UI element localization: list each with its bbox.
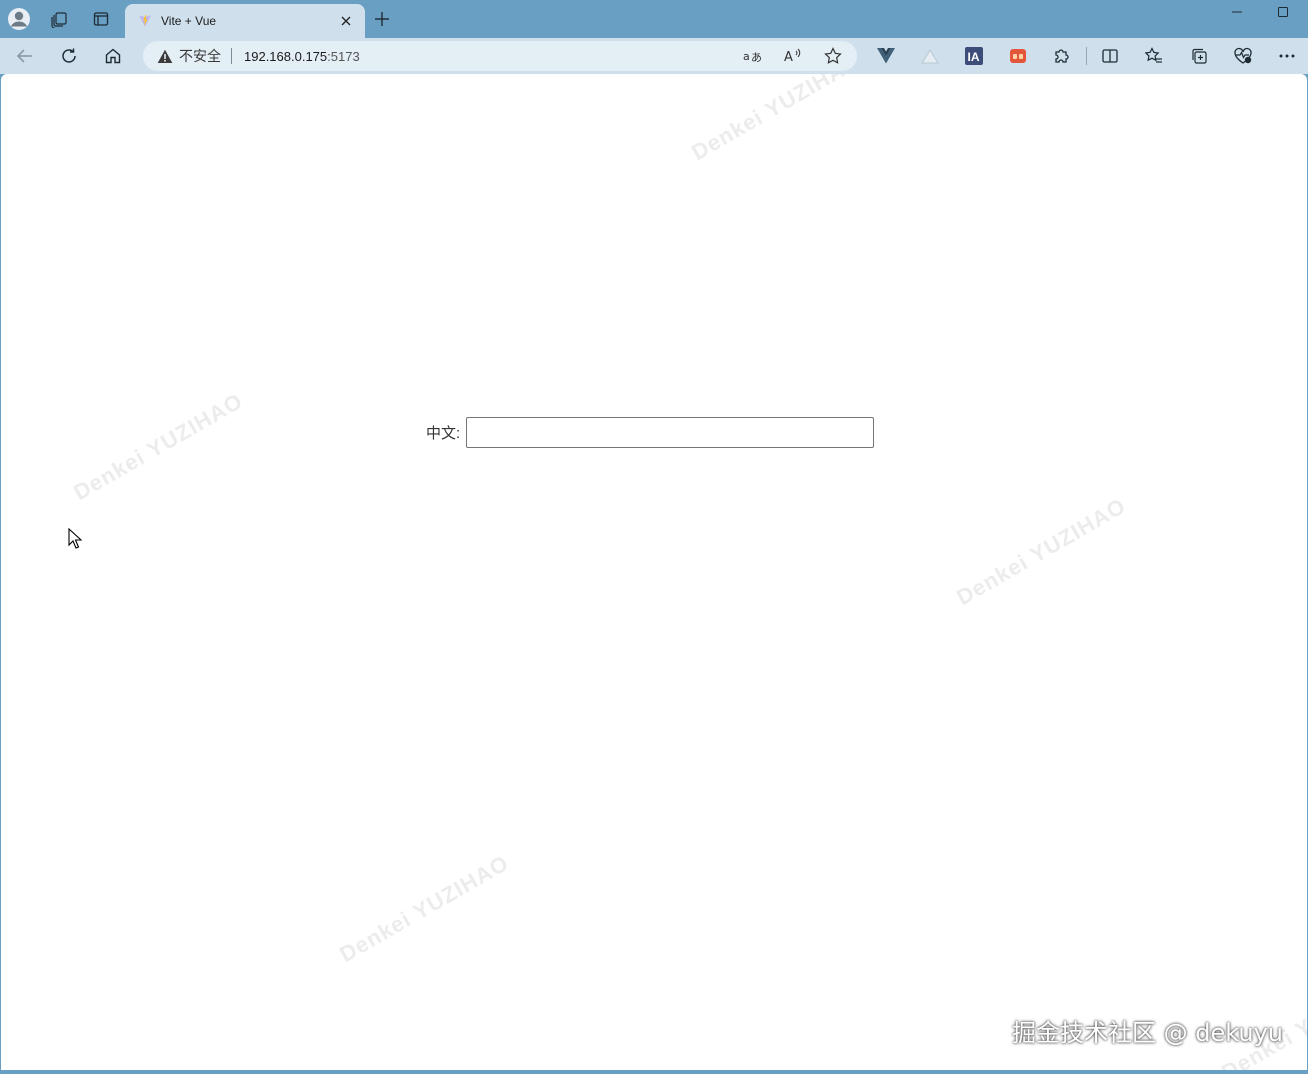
workspaces-icon: [51, 12, 67, 28]
home-button[interactable]: [99, 42, 127, 70]
close-icon: [341, 16, 351, 26]
vite-favicon-icon: [137, 13, 153, 29]
star-icon: [824, 47, 842, 64]
puzzle-icon: [1055, 49, 1069, 63]
plus-icon: [375, 12, 389, 26]
browser-toolbar: 不安全 192.168.0.175:5173 a あ A IA: [0, 38, 1308, 74]
svg-text:a: a: [743, 50, 750, 63]
favorite-button[interactable]: [819, 42, 847, 70]
translate-button[interactable]: a あ: [739, 42, 767, 70]
svg-text:あ: あ: [751, 51, 762, 64]
url-port: :5173: [327, 48, 360, 64]
refresh-button[interactable]: [55, 42, 83, 70]
profile-button[interactable]: [4, 5, 34, 33]
collections-button[interactable]: [1185, 42, 1213, 70]
page-viewport: Denkei YUZIHAO Denkei YUZIHAO Denkei YUZ…: [1, 74, 1307, 1070]
split-screen-icon: [1102, 49, 1118, 63]
watermark: Denkei YUZIHAO: [69, 388, 248, 506]
collections-icon: [1192, 48, 1207, 64]
read-aloud-button[interactable]: A: [779, 42, 807, 70]
omnibox-actions: a あ A: [739, 42, 847, 70]
translate-icon: a あ: [743, 50, 762, 64]
workspaces-button[interactable]: [44, 5, 74, 33]
tab-actions-button[interactable]: [86, 5, 116, 33]
favorites-icon: [1145, 47, 1162, 63]
tab-strip: Vite + Vue: [0, 0, 1308, 38]
chinese-field-label: 中文:: [426, 425, 461, 442]
svg-text:A: A: [784, 50, 793, 64]
mouse-cursor-icon: [68, 528, 82, 549]
refresh-icon: [62, 48, 76, 63]
red-extension-button[interactable]: [1004, 42, 1032, 70]
security-label[interactable]: 不安全: [179, 46, 221, 66]
new-tab-button[interactable]: [370, 6, 394, 32]
tab-title: Vite + Vue: [161, 14, 217, 28]
window-bottom-edge: [0, 1070, 1308, 1074]
tab-close-button[interactable]: [337, 12, 355, 30]
read-aloud-icon: A: [784, 48, 801, 64]
ellipsis-icon: [1279, 54, 1295, 58]
omnibox-divider: [231, 48, 232, 64]
ia-icon: IA: [965, 47, 983, 65]
warning-icon: [157, 49, 173, 63]
extensions-button[interactable]: [1048, 42, 1076, 70]
minimize-icon: [1232, 11, 1242, 13]
maximize-button[interactable]: [1260, 0, 1306, 24]
watermark: Denkei YUZIHAO: [335, 850, 514, 968]
avatar-icon: [8, 8, 30, 30]
heart-pulse-icon: [1234, 47, 1252, 64]
vue-logo-icon: [877, 48, 895, 64]
maximize-icon: [1278, 7, 1288, 17]
back-button[interactable]: [11, 42, 39, 70]
vue-devtools-extension[interactable]: [872, 42, 900, 70]
extension-mountain-button[interactable]: [916, 42, 944, 70]
tab-actions-icon: [93, 12, 109, 26]
chinese-input-row: 中文:: [426, 417, 875, 448]
favorites-button[interactable]: [1140, 42, 1168, 70]
ia-extension-button[interactable]: IA: [960, 42, 988, 70]
performance-button[interactable]: [1229, 42, 1257, 70]
address-bar[interactable]: 不安全 192.168.0.175:5173 a あ A: [143, 41, 857, 71]
home-icon: [105, 48, 121, 64]
watermark: Denkei YUZIHAO: [687, 74, 866, 166]
toolbar-divider: [1086, 47, 1087, 65]
split-screen-button[interactable]: [1096, 42, 1124, 70]
tab-vite-vue[interactable]: Vite + Vue: [125, 4, 365, 38]
mountain-icon: [921, 49, 939, 64]
watermark: Denkei YUZIHAO: [952, 493, 1131, 611]
red-extension-icon: [1010, 49, 1026, 63]
settings-menu-button[interactable]: [1273, 42, 1301, 70]
chinese-text-input[interactable]: [466, 417, 875, 448]
back-arrow-icon: [16, 49, 32, 63]
svg-text:IA: IA: [968, 50, 980, 64]
url-host: 192.168.0.175: [244, 48, 328, 64]
minimize-button[interactable]: [1214, 0, 1260, 24]
url-text[interactable]: 192.168.0.175:5173: [244, 49, 360, 64]
credit-watermark: 掘金技术社区 @ dekuyu: [1011, 1019, 1283, 1047]
